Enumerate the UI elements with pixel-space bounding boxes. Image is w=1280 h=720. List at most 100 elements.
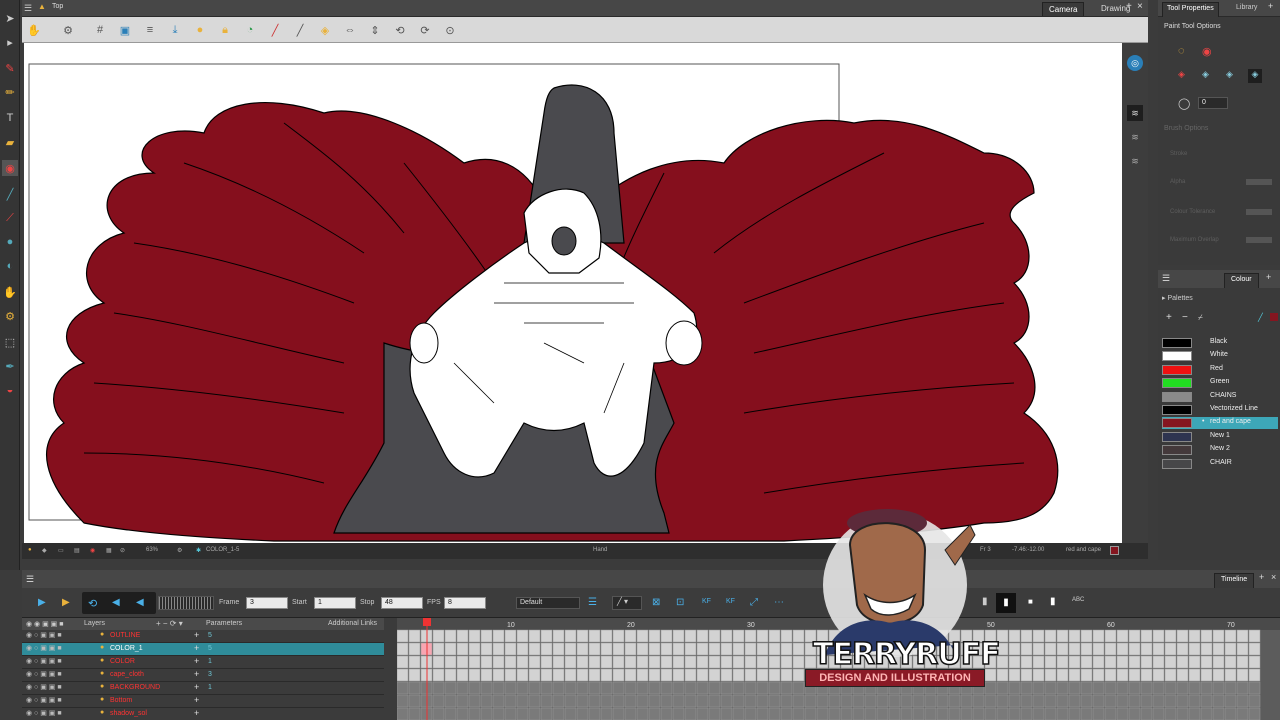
eyedropper-icon[interactable]: ╱ [1258,313,1263,322]
timeline-menu-icon[interactable]: ☰ [26,574,34,585]
tab-library[interactable]: Library [1236,4,1257,11]
hand-icon[interactable]: ✋ [26,22,42,38]
layer-name[interactable]: BACKGROUND [110,684,160,691]
tab-tool-properties[interactable]: Tool Properties [1162,2,1219,17]
paint-icon[interactable]: ◈ [1178,69,1192,83]
remove-colour-icon[interactable]: − [1182,312,1188,323]
layer-toggle-icons[interactable]: ◉ ○ ▣ ▣ ■ [26,696,62,704]
link-colour-icon[interactable]: ⌿ [1198,313,1203,323]
layer-name[interactable]: OUTLINE [110,632,140,639]
line-tool-icon[interactable]: ╱ [2,186,18,202]
layer-toggle-icons[interactable]: ◉ ○ ▣ ▣ ■ [26,657,62,665]
ink-tool-icon[interactable]: ● [2,234,18,250]
dropper-tool-icon[interactable]: ⟋ [2,210,18,226]
motion-path-icon[interactable]: ⤢ [750,597,758,608]
layer-toggle-icons[interactable]: ◉ ○ ▣ ▣ ■ [26,670,62,678]
frame-field[interactable]: 3 [246,597,288,609]
paint-tool-icon[interactable]: ◉ [2,160,18,176]
rotation-field[interactable]: 0 [1198,97,1228,109]
paint-unpainted-icon[interactable]: ◈ [1202,69,1216,83]
text-tool-icon[interactable]: T [2,110,18,126]
reset-rotate-icon[interactable]: ⟳ [417,22,433,38]
add-colour-tab-icon[interactable]: + [1266,272,1271,282]
start-field[interactable]: 1 [314,597,356,609]
dots-icon[interactable]: ⋯ [774,597,784,608]
colour-swatch-row[interactable]: Green [1162,377,1278,389]
lasso-icon[interactable]: ◌ [1178,45,1192,59]
brush-tool-icon[interactable]: ✎ [2,60,18,76]
repaint-icon[interactable]: ◈ [1226,69,1240,83]
onion-skin-toggle[interactable]: ▮ [996,593,1016,613]
rotate-icon[interactable]: ⟲ [392,22,408,38]
hand-tool-icon[interactable]: ✋ [2,284,18,300]
layer-toggle-icons[interactable]: ◉ ○ ▣ ▣ ■ [26,631,62,639]
timeline-add-icon[interactable]: + [1259,572,1264,582]
import-icon[interactable]: ⤓ [167,22,183,38]
layer-row[interactable]: ◉ ○ ▣ ▣ ■ ● COLOR_1 +5 [22,643,384,656]
layer-visibility-icons[interactable]: ◉ ◉ ▣ ▣ ■ [26,620,63,628]
expand-layer-icon[interactable]: + [194,708,199,718]
pencil-tool-icon[interactable]: ✏ [2,84,18,100]
field-guide-icon[interactable]: ≡ [142,22,158,38]
mask-icon[interactable]: ▦ [106,547,112,554]
colour-swatch-row[interactable]: Red [1162,364,1278,376]
colour-menu-icon[interactable]: ☰ [1162,273,1170,284]
paint-mode-icon[interactable]: ◉ [1202,45,1216,59]
preset-dropdown[interactable]: Default [516,597,580,609]
close-view-icon[interactable]: × [1137,1,1143,12]
paint-icon[interactable]: ◈ [317,22,333,38]
tab-camera[interactable]: Camera [1042,2,1085,16]
flip-v-icon[interactable]: ⇕ [367,22,383,38]
stop-field[interactable]: 48 [381,597,423,609]
eye-icon[interactable]: ◆ [42,547,47,554]
playback-speed-slider[interactable] [158,596,214,610]
brush-icon[interactable]: ╱ [292,22,308,38]
add-keyframe-icon[interactable]: KF [702,598,711,605]
rigging-tool-icon[interactable]: ⚙ [2,308,18,324]
stamp-tool-icon[interactable]: ◐ [2,258,18,274]
layer-toggle-icons[interactable]: ◉ ○ ▣ ▣ ■ [26,683,62,691]
colour-swatch-row[interactable]: New 1 [1162,431,1278,443]
layer-row[interactable]: ◉ ○ ▣ ▣ ■ ● cape_cloth +3 [22,669,384,682]
onion-skin-icon[interactable]: ◔ [242,22,258,38]
tab-timeline[interactable]: Timeline [1214,573,1255,588]
ease-dropdown[interactable]: ╱ ▾ [612,596,642,610]
layer-name[interactable]: Bottom [110,697,132,704]
keyframe-icon[interactable]: ⊡ [676,597,684,608]
abc-icon[interactable]: ABC [1072,597,1084,603]
remove-keyframe-icon[interactable]: KF [726,598,735,605]
contour-editor-icon[interactable]: ▸ [2,34,18,50]
layers-icon[interactable]: ≋ [1127,105,1143,121]
colour-swatch-row[interactable]: New 2 [1162,444,1278,456]
layers-alt-icon[interactable]: ≋ [1127,129,1143,145]
layers-alt2-icon[interactable]: ≋ [1127,153,1143,169]
frame-icon[interactable]: ▭ [58,547,64,554]
grid-icon[interactable]: # [92,22,108,38]
tab-colour[interactable]: Colour [1224,273,1259,288]
pencil-icon[interactable]: ╱ [267,22,283,38]
layer-name[interactable]: cape_cloth [110,671,144,678]
overlap-slider[interactable] [1246,237,1272,243]
add-colour-icon[interactable]: + [1166,312,1172,323]
square-icon[interactable]: ▮ [1050,596,1056,607]
palette-icon[interactable]: ◉ [90,547,95,554]
zoom-level[interactable]: 63% [146,547,158,553]
select-tool-icon[interactable]: ➤ [2,10,18,26]
layer-name[interactable]: shadow_sol [110,710,147,717]
preset-options-icon[interactable]: ☰ [588,597,597,608]
alpha-slider[interactable] [1246,179,1272,185]
layer-row[interactable]: ◉ ○ ▣ ▣ ■ ● BACKGROUND +1 [22,682,384,695]
colour-swatch-row[interactable]: White [1162,350,1278,362]
expand-layer-icon[interactable]: + [194,630,199,640]
perspective-tool-icon[interactable]: ✒ [2,358,18,374]
settings-icon[interactable]: ⚙ [60,22,76,38]
rotate-brush-icon[interactable]: ◯ [1178,97,1192,111]
smooth-tool-icon[interactable]: ◒ [2,382,18,398]
layer-name[interactable]: COLOR_1 [110,645,143,652]
timeline-close-icon[interactable]: × [1271,572,1276,582]
expand-layer-icon[interactable]: + [194,656,199,666]
expand-layer-icon[interactable]: + [194,682,199,692]
colour-swatch-row[interactable]: CHAINS [1162,391,1278,403]
sound-icon[interactable]: ◀ [112,597,120,608]
colour-swatch-row[interactable]: CHAIR [1162,458,1278,470]
